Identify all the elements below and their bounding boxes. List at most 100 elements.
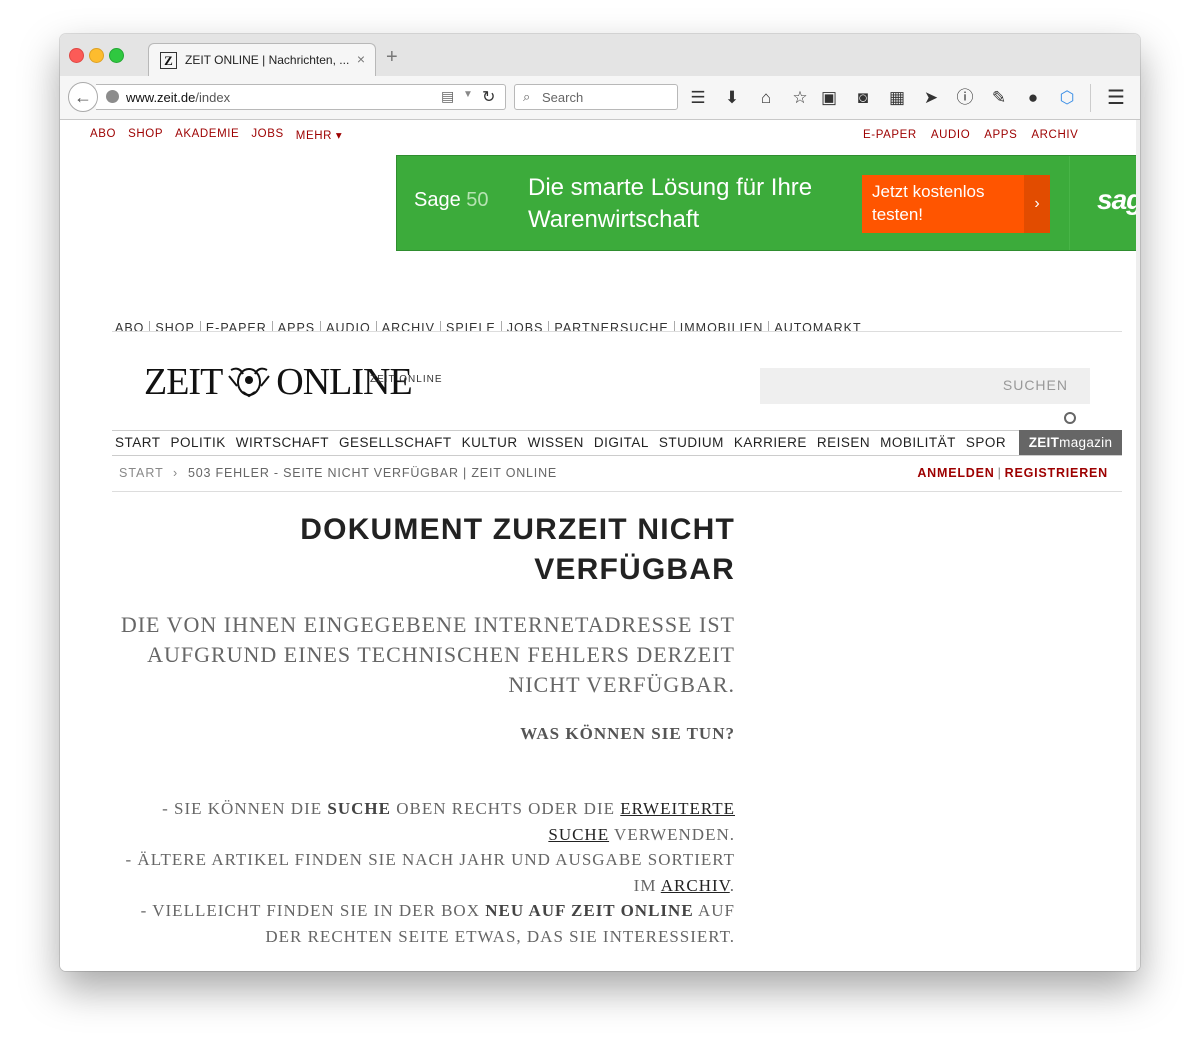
ad-cta-button[interactable]: Jetzt kostenlos testen! › bbox=[862, 175, 1050, 233]
breadcrumb-chevron-icon: › bbox=[173, 466, 178, 480]
chat-icon[interactable]: ● bbox=[1021, 86, 1045, 110]
topnav-akademie[interactable]: AKADEMIE bbox=[175, 128, 239, 142]
help-text-fragment: . bbox=[729, 875, 735, 895]
nav-start[interactable]: START bbox=[115, 435, 161, 450]
top-nav-left: ABO SHOP AKADEMIE JOBS MEHR ▾ bbox=[90, 128, 354, 142]
nav-politik[interactable]: POLITIK bbox=[171, 435, 226, 450]
nav-wirtschaft[interactable]: WIRTSCHAFT bbox=[236, 435, 329, 450]
site-search-input[interactable]: SUCHEN bbox=[760, 368, 1090, 404]
rss-icon[interactable]: ☰ bbox=[686, 86, 710, 110]
url-path: /index bbox=[195, 90, 231, 105]
archive-link[interactable]: ARCHIV bbox=[661, 876, 730, 895]
topnav-epaper[interactable]: E-PAPER bbox=[863, 129, 917, 141]
site-search-label: SUCHEN bbox=[1002, 377, 1068, 393]
page-content: ABO SHOP AKADEMIE JOBS MEHR ▾ E-PAPER AU… bbox=[60, 120, 1140, 971]
breadcrumb-current: 503 FEHLER - SEITE NICHT VERFÜGBAR | ZEI… bbox=[188, 466, 558, 480]
secnav-apps[interactable]: APPS bbox=[271, 321, 320, 331]
topnav-mehr[interactable]: MEHR ▾ bbox=[296, 128, 342, 142]
tab-close-icon[interactable]: × bbox=[357, 51, 365, 67]
nav-reisen[interactable]: REISEN bbox=[817, 435, 870, 450]
topnav-jobs[interactable]: JOBS bbox=[251, 128, 283, 142]
navigation-bar: www.zeit.de/index ▤ ▼ ↻ ← ⌕ Search ☰ ⬇ ⌂… bbox=[60, 76, 1140, 120]
nav-gesellschaft[interactable]: GESELLSCHAFT bbox=[339, 435, 452, 450]
cube-icon[interactable]: ⬡ bbox=[1055, 86, 1079, 110]
tab-title: ZEIT ONLINE | Nachrichten, ... bbox=[185, 53, 350, 67]
close-window-button[interactable] bbox=[69, 48, 84, 63]
send-icon[interactable]: ➤ bbox=[919, 86, 943, 110]
home-icon[interactable]: ⌂ bbox=[754, 86, 778, 110]
nav-mobilitaet[interactable]: MOBILITÄT bbox=[880, 435, 956, 450]
eagle-seal-icon bbox=[228, 367, 271, 398]
ad-cta-label: Jetzt kostenlos testen! bbox=[872, 182, 985, 224]
nav-karriere[interactable]: KARRIERE bbox=[734, 435, 807, 450]
download-icon[interactable]: ⬇ bbox=[720, 86, 744, 110]
logo-left-word: ZEIT bbox=[144, 361, 223, 403]
help-text-fragment: OBEN RECHTS ODER DIE bbox=[390, 799, 621, 818]
help-text-fragment: - ÄLTERE ARTIKEL FINDEN SIE NACH JAHR UN… bbox=[125, 850, 735, 895]
secnav-shop[interactable]: SHOP bbox=[149, 321, 199, 331]
secnav-automarkt[interactable]: AUTOMARKT bbox=[768, 321, 866, 331]
zeit-favicon-icon: Z bbox=[160, 52, 177, 69]
wrench-icon[interactable]: ✎ bbox=[987, 86, 1011, 110]
url-text[interactable]: www.zeit.de/index bbox=[126, 90, 230, 105]
topnav-audio[interactable]: AUDIO bbox=[931, 129, 970, 141]
reload-icon[interactable]: ↻ bbox=[482, 87, 495, 107]
ad-brand: Sage 50 bbox=[414, 189, 489, 212]
reading-list-icon[interactable]: ▣ bbox=[817, 86, 841, 110]
back-button[interactable]: ← bbox=[68, 82, 98, 112]
help-line-search: - SIE KÖNNEN DIE SUCHE OBEN RECHTS ODER … bbox=[120, 796, 735, 847]
page-scrollbar[interactable] bbox=[1136, 120, 1140, 971]
help-text: - SIE KÖNNEN DIE SUCHE OBEN RECHTS ODER … bbox=[120, 796, 735, 949]
pocket-icon[interactable]: ◙ bbox=[851, 86, 875, 110]
topnav-apps[interactable]: APPS bbox=[984, 129, 1017, 141]
history-dropdown-icon[interactable]: ▼ bbox=[463, 89, 473, 100]
breadcrumb: START › 503 FEHLER - SEITE NICHT VERFÜGB… bbox=[112, 461, 1122, 492]
secnav-audio[interactable]: AUDIO bbox=[320, 321, 376, 331]
tab-zeit-online[interactable]: Z ZEIT ONLINE | Nachrichten, ... × bbox=[148, 43, 376, 76]
help-text-fragment: - VIELLEICHT FINDEN SIE IN DER BOX bbox=[140, 901, 486, 920]
breadcrumb-start[interactable]: START bbox=[119, 466, 164, 480]
nav-kultur[interactable]: KULTUR bbox=[462, 435, 518, 450]
nav-digital[interactable]: DIGITAL bbox=[594, 435, 649, 450]
zeitmagazin-link[interactable]: ZEITmagazin bbox=[1019, 430, 1122, 455]
secnav-abo[interactable]: ABO bbox=[112, 321, 149, 331]
error-lead: DIE VON IHNEN EINGEGEBENE INTERNETADRESS… bbox=[120, 612, 735, 697]
secnav-epaper[interactable]: E-PAPER bbox=[199, 321, 272, 331]
nav-sport[interactable]: SPOR bbox=[966, 435, 1006, 450]
topnav-archiv[interactable]: ARCHIV bbox=[1031, 129, 1078, 141]
account-separator: | bbox=[997, 466, 1002, 480]
secnav-immobilien[interactable]: IMMOBILIEN bbox=[673, 321, 769, 331]
secnav-partnersuche[interactable]: PARTNERSUCHE bbox=[548, 321, 673, 331]
secnav-jobs[interactable]: JOBS bbox=[500, 321, 549, 331]
help-line-newbox: - VIELLEICHT FINDEN SIE IN DER BOX NEU A… bbox=[120, 898, 735, 949]
hamburger-menu-icon[interactable]: ☰ bbox=[1104, 86, 1128, 110]
topnav-abo[interactable]: ABO bbox=[90, 128, 116, 142]
register-link[interactable]: REGISTRIEREN bbox=[1005, 466, 1108, 480]
topnav-shop[interactable]: SHOP bbox=[128, 128, 163, 142]
secnav-spiele[interactable]: SPIELE bbox=[439, 321, 501, 331]
new-tab-button[interactable]: + bbox=[386, 46, 398, 69]
search-bar[interactable]: ⌕ Search bbox=[514, 84, 678, 110]
ad-divider bbox=[1069, 156, 1070, 250]
top-nav-right: E-PAPER AUDIO APPS ARCHIV bbox=[863, 129, 1092, 141]
ad-banner[interactable]: Sage 50 Die smarte Lösung für Ihre Waren… bbox=[396, 155, 1140, 251]
info-icon[interactable]: ⓘ bbox=[953, 86, 977, 110]
url-bar[interactable]: www.zeit.de/index ▤ ▼ ↻ bbox=[96, 84, 506, 110]
account-links: ANMELDEN | REGISTRIEREN bbox=[917, 466, 1108, 480]
ad-brand-number: 50 bbox=[466, 189, 489, 211]
bookmark-star-icon[interactable]: ☆ bbox=[788, 86, 812, 110]
minimize-window-button[interactable] bbox=[89, 48, 104, 63]
nav-studium[interactable]: STUDIUM bbox=[659, 435, 724, 450]
magnifier-icon[interactable] bbox=[1064, 412, 1076, 424]
reader-view-icon[interactable]: ▤ bbox=[441, 88, 454, 105]
chevron-right-icon: › bbox=[1024, 175, 1050, 233]
login-link[interactable]: ANMELDEN bbox=[917, 466, 994, 480]
page-title: DOKUMENT ZURZEIT NICHT VERFÜGBAR bbox=[300, 513, 735, 586]
ad-brand-main: Sage bbox=[414, 189, 461, 211]
zoom-window-button[interactable] bbox=[109, 48, 124, 63]
url-host: www.zeit.de bbox=[126, 90, 196, 105]
apps-grid-icon[interactable]: ▦ bbox=[885, 86, 909, 110]
nav-wissen[interactable]: WISSEN bbox=[528, 435, 584, 450]
secnav-archiv[interactable]: ARCHIV bbox=[375, 321, 440, 331]
help-text-bold: NEU AUF ZEIT ONLINE bbox=[485, 901, 694, 920]
